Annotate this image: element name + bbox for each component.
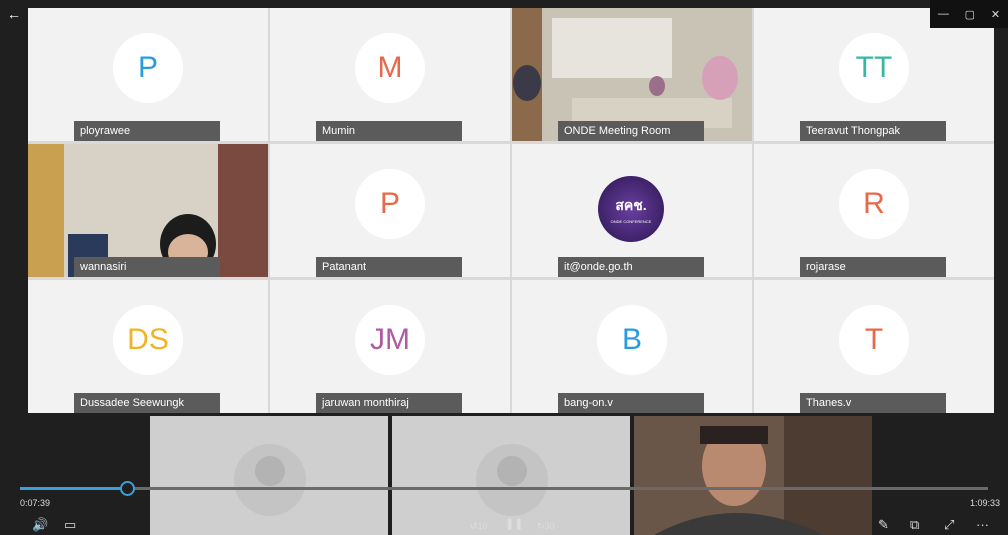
avatar: R <box>839 169 909 239</box>
participant-name: ONDE Meeting Room <box>558 121 704 141</box>
forward-label: 30 <box>544 521 555 531</box>
avatar: JM <box>355 305 425 375</box>
back-arrow-icon: ← <box>7 6 21 22</box>
participant-tile[interactable]: M Mumin <box>270 8 510 141</box>
user-placeholder-icon <box>476 444 548 516</box>
forward-30-button[interactable]: ↻30 <box>537 521 555 532</box>
participant-tile[interactable]: ONDE Meeting Room <box>512 8 752 141</box>
total-time: 1:09:33 <box>969 498 1000 508</box>
back-button[interactable]: ← <box>0 0 28 28</box>
participant-tile-camera-off <box>150 416 388 535</box>
avatar: P <box>355 169 425 239</box>
seek-progress <box>20 487 127 490</box>
pip-icon[interactable]: ⧉ <box>910 517 919 533</box>
more-options-icon[interactable]: ··· <box>976 517 989 532</box>
participant-tile[interactable]: Pployrawee <box>28 8 268 141</box>
user-placeholder-icon <box>234 444 306 516</box>
rewind-10-button[interactable]: ↺10 <box>470 521 488 532</box>
participant-tile[interactable]: Bbang-on.v <box>512 280 752 413</box>
participant-name: ployrawee <box>74 121 220 141</box>
participant-name: wannasiri <box>74 257 220 277</box>
window-controls: — ▢ ✕ <box>930 0 1008 28</box>
speaker-video <box>634 416 872 535</box>
speaker-video-tile <box>634 416 872 535</box>
avatar: DS <box>113 305 183 375</box>
participant-name: Dussadee Seewungk <box>74 393 220 413</box>
seek-bar[interactable] <box>20 481 988 496</box>
onde-logo: สคช. ONDE CONFERENCE <box>598 176 664 242</box>
participant-name: bang-on.v <box>558 393 704 413</box>
participant-name: rojarase <box>800 257 946 277</box>
participant-tile[interactable]: T Thanes.v <box>754 280 994 413</box>
participant-name: Mumin <box>316 121 462 141</box>
elapsed-time: 0:07:39 <box>20 498 51 508</box>
participant-name: Patanant <box>316 257 462 277</box>
participant-name: Teeravut Thongpak <box>800 121 946 141</box>
pause-button[interactable]: ❚❚ <box>505 517 523 530</box>
avatar: M <box>355 33 425 103</box>
logo-sub-text: ONDE CONFERENCE <box>610 218 652 224</box>
close-button[interactable]: ✕ <box>991 8 1000 21</box>
video-grid: Pployrawee M Mumin ONDE Meeting Room TT Teera… <box>28 8 994 413</box>
participant-tile[interactable]: สคช. ONDE CONFERENCE it@onde.go.th <box>512 144 752 277</box>
edit-icon[interactable]: ✎ <box>878 517 889 533</box>
logo-main-text: สคช. <box>615 196 647 213</box>
participant-name: jaruwan monthiraj <box>316 393 462 413</box>
participant-name: it@onde.go.th <box>558 257 704 277</box>
avatar: B <box>597 305 667 375</box>
participant-tile[interactable]: Rrojarase <box>754 144 994 277</box>
bottom-strip <box>0 413 1008 535</box>
participant-tile[interactable]: DS Dussadee Seewungk <box>28 280 268 413</box>
participant-tile[interactable]: wannasiri <box>28 144 268 277</box>
participant-tile[interactable]: JM jaruwan monthiraj <box>270 280 510 413</box>
minimize-button[interactable]: — <box>938 8 949 20</box>
participant-tile[interactable]: P Patanant <box>270 144 510 277</box>
avatar: T <box>839 305 909 375</box>
avatar: P <box>113 33 183 103</box>
participant-name: Thanes.v <box>800 393 946 413</box>
rewind-label: 10 <box>477 521 488 531</box>
maximize-button[interactable]: ▢ <box>965 8 975 21</box>
avatar: TT <box>839 33 909 103</box>
volume-icon[interactable]: 🔊 <box>32 517 48 533</box>
captions-icon[interactable]: ▭ <box>64 517 76 533</box>
fullscreen-icon[interactable]: ⤢ <box>944 517 954 533</box>
